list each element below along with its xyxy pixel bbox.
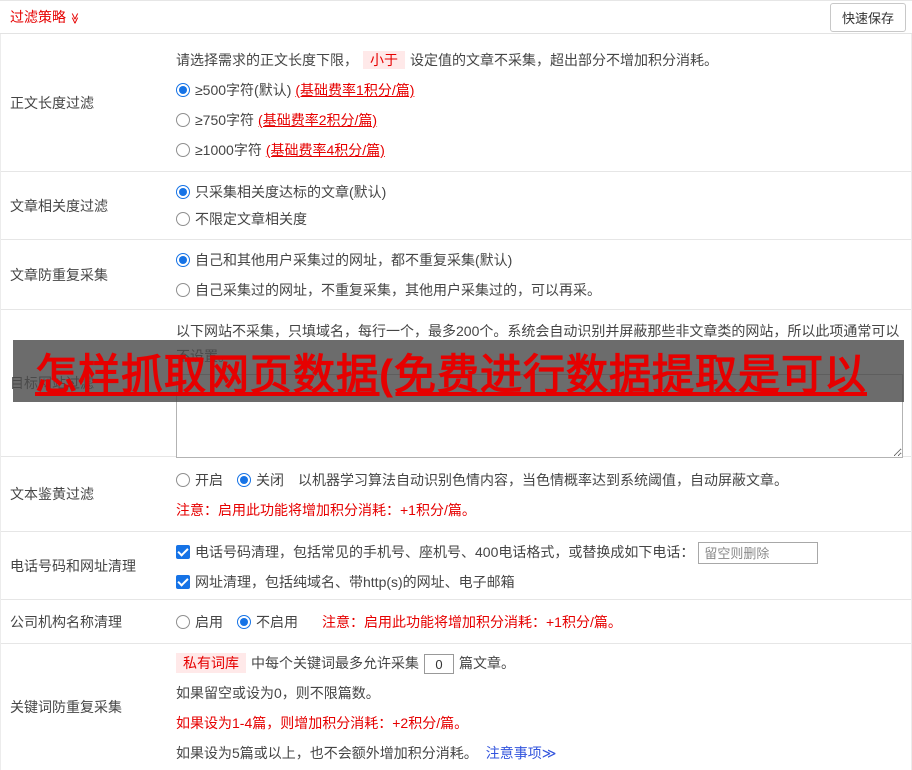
watermark-text: 怎样抓取网页数据(免费进行数据提取是可以 [35, 350, 867, 398]
radio-icon[interactable] [176, 185, 190, 199]
row-porn-filter: 文本鉴黄过滤 开启 关闭 以机器学习算法自动识别色情内容，当色情概率达到系统阈值，自… [1, 457, 911, 532]
length-option-1000[interactable]: ≥1000字符 (基础费率4积分/篇) [176, 135, 903, 165]
body-length-filter-label: 正文长度过滤 [10, 94, 94, 111]
radio-icon[interactable] [176, 473, 190, 487]
checkbox-icon[interactable] [176, 575, 190, 589]
option-label: 开启 [195, 472, 223, 488]
quick-save-button[interactable]: 快速保存 [829, 2, 906, 32]
radio-icon[interactable] [176, 113, 190, 127]
keyword-rule-1-4: 如果设为1-4篇，则增加积分消耗：+2积分/篇。 [176, 715, 469, 731]
base-rate-link[interactable]: (基础费率4积分/篇) [266, 142, 385, 158]
keyword-limit-line: 私有词库中每个关键词最多允许采集 篇文章。 [176, 648, 903, 678]
porn-filter-desc: 以机器学习算法自动识别色情内容，当色情概率达到系统阈值，自动屏蔽文章。 [298, 472, 788, 488]
company-cleanup-warning: 注意：启用此功能将增加积分消耗：+1积分/篇。 [322, 614, 622, 630]
option-label: ≥500字符(默认) [195, 82, 292, 98]
option-label: ≥750字符 [195, 112, 255, 128]
keyword-rule-5plus: 如果设为5篇或以上，也不会额外增加积分消耗。 注意事项≫ [176, 738, 903, 768]
option-label: 网址清理，包括纯域名、带http(s)的网址、电子邮箱 [195, 574, 515, 590]
limit-text-end: 篇文章。 [459, 655, 515, 671]
radio-icon[interactable] [176, 253, 190, 267]
row-dedup-filter: 文章防重复采集 自己和其他用户采集过的网址，都不重复采集(默认) 自己采集过的网… [1, 240, 911, 310]
option-label: 自己采集过的网址，不重复采集，其他用户采集过的，可以再采。 [195, 282, 601, 298]
porn-filter-label: 文本鉴黄过滤 [10, 486, 94, 502]
phone-url-cleanup-label: 电话号码和网址清理 [10, 557, 136, 574]
row-relevance-filter: 文章相关度过滤 只采集相关度达标的文章(默认) 不限定文章相关度 [1, 172, 911, 240]
company-cleanup-options: 启用 不启用 注意：启用此功能将增加积分消耗：+1积分/篇。 [176, 607, 903, 637]
porn-option-off[interactable]: 关闭 [237, 472, 284, 488]
option-label: 电话号码清理，包括常见的手机号、座机号、400电话格式，或替换成如下电话： [195, 544, 695, 560]
relevance-filter-label: 文章相关度过滤 [10, 197, 108, 214]
radio-icon[interactable] [176, 143, 190, 157]
notes-link[interactable]: 注意事项≫ [486, 745, 557, 761]
intro-text-pre: 请选择需求的正文长度下限， [176, 52, 358, 68]
phone-cleanup-option[interactable]: 电话号码清理，包括常见的手机号、座机号、400电话格式，或替换成如下电话： [176, 537, 903, 567]
option-label: ≥1000字符 [195, 142, 262, 158]
option-label: 自己和其他用户采集过的网址，都不重复采集(默认) [195, 252, 513, 268]
row-phone-url-cleanup: 电话号码和网址清理 电话号码清理，包括常见的手机号、座机号、400电话格式，或替… [1, 532, 911, 600]
base-rate-link[interactable]: (基础费率1积分/篇) [295, 82, 414, 98]
length-option-750[interactable]: ≥750字符 (基础费率2积分/篇) [176, 105, 903, 135]
chevron-down-icon[interactable]: ≫ [68, 13, 81, 25]
limit-text-mid: 中每个关键词最多允许采集 [251, 655, 419, 671]
radio-icon[interactable] [176, 83, 190, 97]
company-option-off[interactable]: 不启用 [237, 614, 298, 630]
option-label: 不启用 [256, 614, 298, 630]
intro-text-post: 设定值的文章不采集，超出部分不增加积分消耗。 [410, 52, 718, 68]
length-filter-intro: 请选择需求的正文长度下限， 小于 设定值的文章不采集，超出部分不增加积分消耗。 [176, 45, 903, 75]
radio-icon[interactable] [237, 473, 251, 487]
row-keyword-dedup: 关键词防重复采集 私有词库中每个关键词最多允许采集 篇文章。 如果留空或设为0，则… [1, 644, 911, 770]
replacement-phone-input[interactable] [698, 542, 819, 565]
radio-icon[interactable] [176, 212, 190, 226]
relevance-option-strict[interactable]: 只采集相关度达标的文章(默认) [176, 179, 903, 206]
row-body-length-filter: 正文长度过滤 请选择需求的正文长度下限， 小于 设定值的文章不采集，超出部分不增加积… [1, 34, 911, 172]
company-option-on[interactable]: 启用 [176, 614, 223, 630]
panel-title: 过滤策略 [10, 9, 66, 25]
porn-filter-options: 开启 关闭 以机器学习算法自动识别色情内容，当色情概率达到系统阈值，自动屏蔽文章。 [176, 465, 903, 495]
radio-icon[interactable] [176, 283, 190, 297]
row-company-cleanup: 公司机构名称清理 启用 不启用 注意：启用此功能将增加积分消耗：+1积分/篇。 [1, 600, 911, 644]
radio-icon[interactable] [237, 615, 251, 629]
length-option-500[interactable]: ≥500字符(默认) (基础费率1积分/篇) [176, 75, 903, 105]
keyword-rule-zero: 如果留空或设为0，则不限篇数。 [176, 685, 380, 701]
option-label: 关闭 [256, 472, 284, 488]
keyword-count-input[interactable] [424, 654, 454, 675]
option-label: 不限定文章相关度 [195, 211, 307, 227]
filter-strategy-panel: 过滤策略 ≫ 快速保存 正文长度过滤 请选择需求的正文长度下限， 小于 设定值的文章不… [0, 0, 912, 770]
less-than-highlight: 小于 [363, 51, 405, 69]
option-label: 启用 [195, 614, 223, 630]
company-cleanup-label: 公司机构名称清理 [10, 613, 122, 630]
rule-text: 如果设为5篇或以上，也不会额外增加积分消耗。 [176, 745, 478, 761]
base-rate-link[interactable]: (基础费率2积分/篇) [258, 112, 377, 128]
porn-filter-warning: 注意：启用此功能将增加积分消耗：+1积分/篇。 [176, 502, 476, 518]
dedup-option-global[interactable]: 自己和其他用户采集过的网址，都不重复采集(默认) [176, 245, 903, 275]
url-cleanup-option[interactable]: 网址清理，包括纯域名、带http(s)的网址、电子邮箱 [176, 567, 903, 597]
panel-header: 过滤策略 ≫ 快速保存 [0, 1, 912, 34]
keyword-dedup-label: 关键词防重复采集 [10, 699, 122, 715]
panel-title-wrap[interactable]: 过滤策略 ≫ [10, 7, 81, 27]
watermark-overlay: 怎样抓取网页数据(免费进行数据提取是可以 [13, 340, 904, 402]
dedup-option-self[interactable]: 自己采集过的网址，不重复采集，其他用户采集过的，可以再采。 [176, 275, 903, 305]
relevance-option-any[interactable]: 不限定文章相关度 [176, 206, 903, 233]
private-lexicon-link[interactable]: 私有词库 [176, 653, 246, 673]
porn-option-on[interactable]: 开启 [176, 472, 223, 488]
radio-icon[interactable] [176, 615, 190, 629]
checkbox-icon[interactable] [176, 545, 190, 559]
double-chevron-icon: ≫ [541, 745, 557, 761]
option-label: 只采集相关度达标的文章(默认) [195, 184, 387, 200]
dedup-filter-label: 文章防重复采集 [10, 266, 108, 283]
settings-rows: 正文长度过滤 请选择需求的正文长度下限， 小于 设定值的文章不采集，超出部分不增加积… [0, 34, 912, 770]
notes-link-label: 注意事项 [485, 745, 542, 761]
